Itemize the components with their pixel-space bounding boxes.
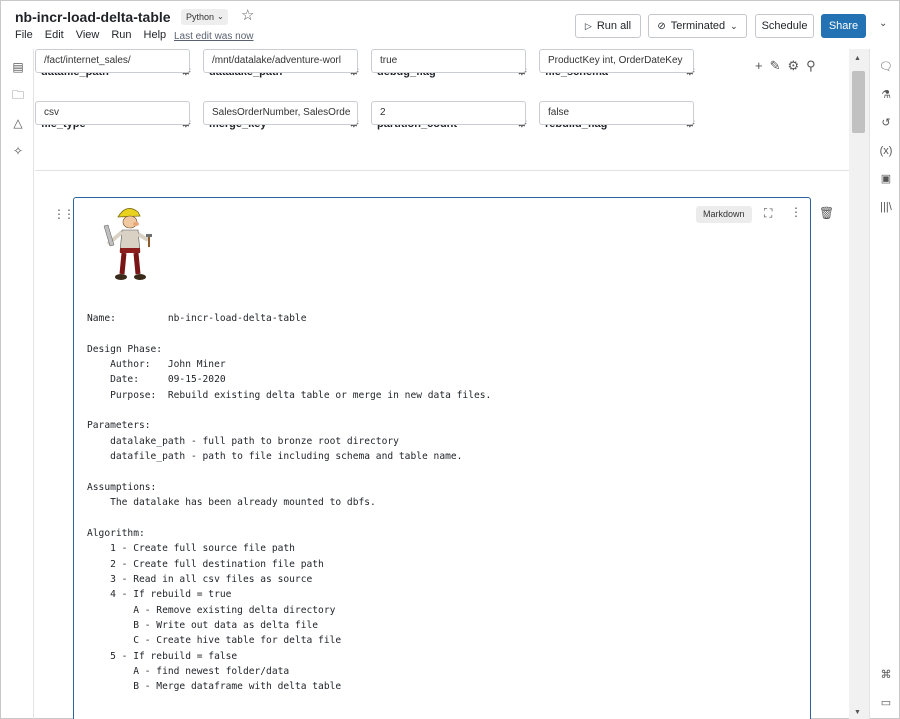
widget-debug-flag-input-wrap: true xyxy=(371,49,526,73)
widgets-panel: datafile_path ⚙ /fact/internet_sales/ da… xyxy=(35,49,849,171)
merge-key-input[interactable]: SalesOrderNumber, SalesOrde xyxy=(203,101,358,125)
markdown-line: 3 - Read in all csv files as source xyxy=(87,573,313,585)
notebook-header: nb-incr-load-delta-table Python ⌄ ☆ File… xyxy=(1,1,900,49)
markdown-line: Design Phase: xyxy=(87,343,163,355)
menu-bar: File Edit View Run Help xyxy=(15,29,178,41)
markdown-line: Date: 09-15-2020 xyxy=(87,374,226,386)
rebuild-flag-input[interactable]: false xyxy=(539,101,694,125)
file-type-input[interactable]: csv xyxy=(35,101,190,125)
run-all-button[interactable]: ▷ Run all xyxy=(575,14,641,38)
chevron-down-icon: ⌄ xyxy=(730,20,738,31)
markdown-line xyxy=(87,403,491,418)
language-label: Python xyxy=(186,12,215,22)
history-icon[interactable]: ↺ xyxy=(878,115,894,131)
notebook-title[interactable]: nb-incr-load-delta-table xyxy=(15,9,171,25)
markdown-line: datafile_path - path to file including s… xyxy=(87,451,463,463)
markdown-line xyxy=(87,464,491,479)
language-selector[interactable]: Python ⌄ xyxy=(181,9,228,25)
widget-partition-count-input-wrap: 2 xyxy=(371,101,526,125)
construction-worker-image xyxy=(103,208,152,280)
pin-icon[interactable]: ⚲ xyxy=(806,58,816,74)
widget-datafile-path-input-wrap: /fact/internet_sales/ xyxy=(35,49,190,73)
widget-toolbar: + ✎ ⚙ ⚲ xyxy=(755,58,816,74)
chart-icon[interactable]: ▣ xyxy=(878,171,894,187)
scroll-up-arrow-icon[interactable]: ▲ xyxy=(854,55,861,62)
right-sidebar: 🗨 ⚗ ↺ (x) ▣ |||\ ⌘ ▭ xyxy=(869,49,900,719)
markdown-cell[interactable]: Markdown ⛶ ⋮ Name: nb-incr-load-delta-ta… xyxy=(73,197,811,719)
file-schema-input[interactable]: ProductKey int, OrderDateKey xyxy=(539,49,694,73)
debug-flag-input[interactable]: true xyxy=(371,49,526,73)
menu-help[interactable]: Help xyxy=(144,29,167,41)
expand-icon[interactable]: ⛶ xyxy=(764,206,772,221)
play-icon: ▷ xyxy=(584,20,592,31)
menu-edit[interactable]: Edit xyxy=(45,29,64,41)
vertical-scrollbar[interactable]: ▲ ▼ xyxy=(849,49,869,719)
add-widget-icon[interactable]: + xyxy=(755,58,763,74)
schedule-button[interactable]: Schedule xyxy=(755,14,814,38)
markdown-line: A - find newest folder/data xyxy=(87,665,290,677)
shapes-icon[interactable]: △ xyxy=(10,115,26,131)
drag-handle-icon[interactable]: ⋮⋮ xyxy=(53,207,75,221)
widget-datalake-path-input-wrap: /mnt/datalake/adventure-worl xyxy=(203,49,358,73)
notebook-window: nb-incr-load-delta-table Python ⌄ ☆ File… xyxy=(0,0,900,719)
markdown-line: 4 - If rebuild = true xyxy=(87,589,232,601)
more-options-icon[interactable]: ⋮ xyxy=(790,205,802,219)
markdown-line: Purpose: Rebuild existing delta table or… xyxy=(87,389,492,401)
menu-view[interactable]: View xyxy=(76,29,100,41)
widget-rebuild-flag-input-wrap: false xyxy=(539,101,694,125)
menu-run[interactable]: Run xyxy=(111,29,131,41)
partition-count-input[interactable]: 2 xyxy=(371,101,526,125)
menu-file[interactable]: File xyxy=(15,29,33,41)
variables-icon[interactable]: (x) xyxy=(878,143,894,159)
datafile-path-input[interactable]: /fact/internet_sales/ xyxy=(35,49,190,73)
markdown-line xyxy=(87,510,491,525)
markdown-line: Parameters: xyxy=(87,420,151,432)
markdown-line: 2 - Create full destination file path xyxy=(87,558,324,570)
markdown-line: The datalake has been already mounted to… xyxy=(87,497,376,509)
widget-file-type-input-wrap: csv xyxy=(35,101,190,125)
last-edit-link[interactable]: Last edit was now xyxy=(174,31,254,42)
markdown-line: datalake_path - full path to bronze root… xyxy=(87,435,399,447)
library-icon[interactable]: |||\ xyxy=(878,199,894,215)
keyboard-shortcut-icon[interactable]: ⌘ xyxy=(878,667,894,683)
scroll-thumb[interactable] xyxy=(852,71,865,133)
sparkle-icon[interactable]: ✧ xyxy=(10,143,26,159)
folder-icon[interactable]: 🗀 xyxy=(10,87,26,103)
cluster-status-label: Terminated xyxy=(670,20,726,32)
cluster-off-icon: ⊘ xyxy=(657,20,666,32)
trash-icon[interactable]: 🗑 xyxy=(819,206,834,220)
cluster-status-button[interactable]: ⊘ Terminated ⌄ xyxy=(648,14,747,38)
share-button[interactable]: Share xyxy=(821,14,866,38)
markdown-line: Author: John Miner xyxy=(87,359,226,371)
datalake-path-input[interactable]: /mnt/datalake/adventure-worl xyxy=(203,49,358,73)
markdown-line: A - Remove existing delta directory xyxy=(87,604,336,616)
collapse-header-icon[interactable]: ⌄ xyxy=(879,18,887,29)
markdown-line: Algorithm: xyxy=(87,527,145,539)
star-icon[interactable]: ☆ xyxy=(241,6,254,24)
markdown-line: B - Merge dataframe with delta table xyxy=(87,681,342,693)
pencil-icon[interactable]: ✎ xyxy=(770,58,781,74)
markdown-line: C - Create hive table for delta file xyxy=(87,635,342,647)
chevron-down-icon: ⌄ xyxy=(217,12,224,21)
markdown-content: Name: nb-incr-load-delta-table Design Pha… xyxy=(87,311,491,695)
markdown-line: Assumptions: xyxy=(87,481,157,493)
widget-file-schema-input-wrap: ProductKey int, OrderDateKey xyxy=(539,49,694,73)
markdown-line: B - Write out data as delta file xyxy=(87,619,319,631)
terminal-icon[interactable]: ▭ xyxy=(878,695,894,711)
experiment-icon[interactable]: ⚗ xyxy=(878,87,894,103)
markdown-line: 5 - If rebuild = false xyxy=(87,650,238,662)
table-of-contents-icon[interactable]: ▤ xyxy=(10,59,26,75)
scroll-down-arrow-icon[interactable]: ▼ xyxy=(854,709,861,716)
gear-icon[interactable]: ⚙ xyxy=(788,58,800,74)
markdown-line xyxy=(87,326,491,341)
comment-icon[interactable]: 🗨 xyxy=(878,59,894,75)
run-all-label: Run all xyxy=(596,20,632,32)
left-sidebar: ▤ 🗀 △ ✧ xyxy=(1,49,34,719)
widget-merge-key-input-wrap: SalesOrderNumber, SalesOrde xyxy=(203,101,358,125)
markdown-line: 1 - Create full source file path xyxy=(87,543,295,555)
cell-type-badge[interactable]: Markdown xyxy=(696,206,752,223)
markdown-line: Name: nb-incr-load-delta-table xyxy=(87,313,307,324)
